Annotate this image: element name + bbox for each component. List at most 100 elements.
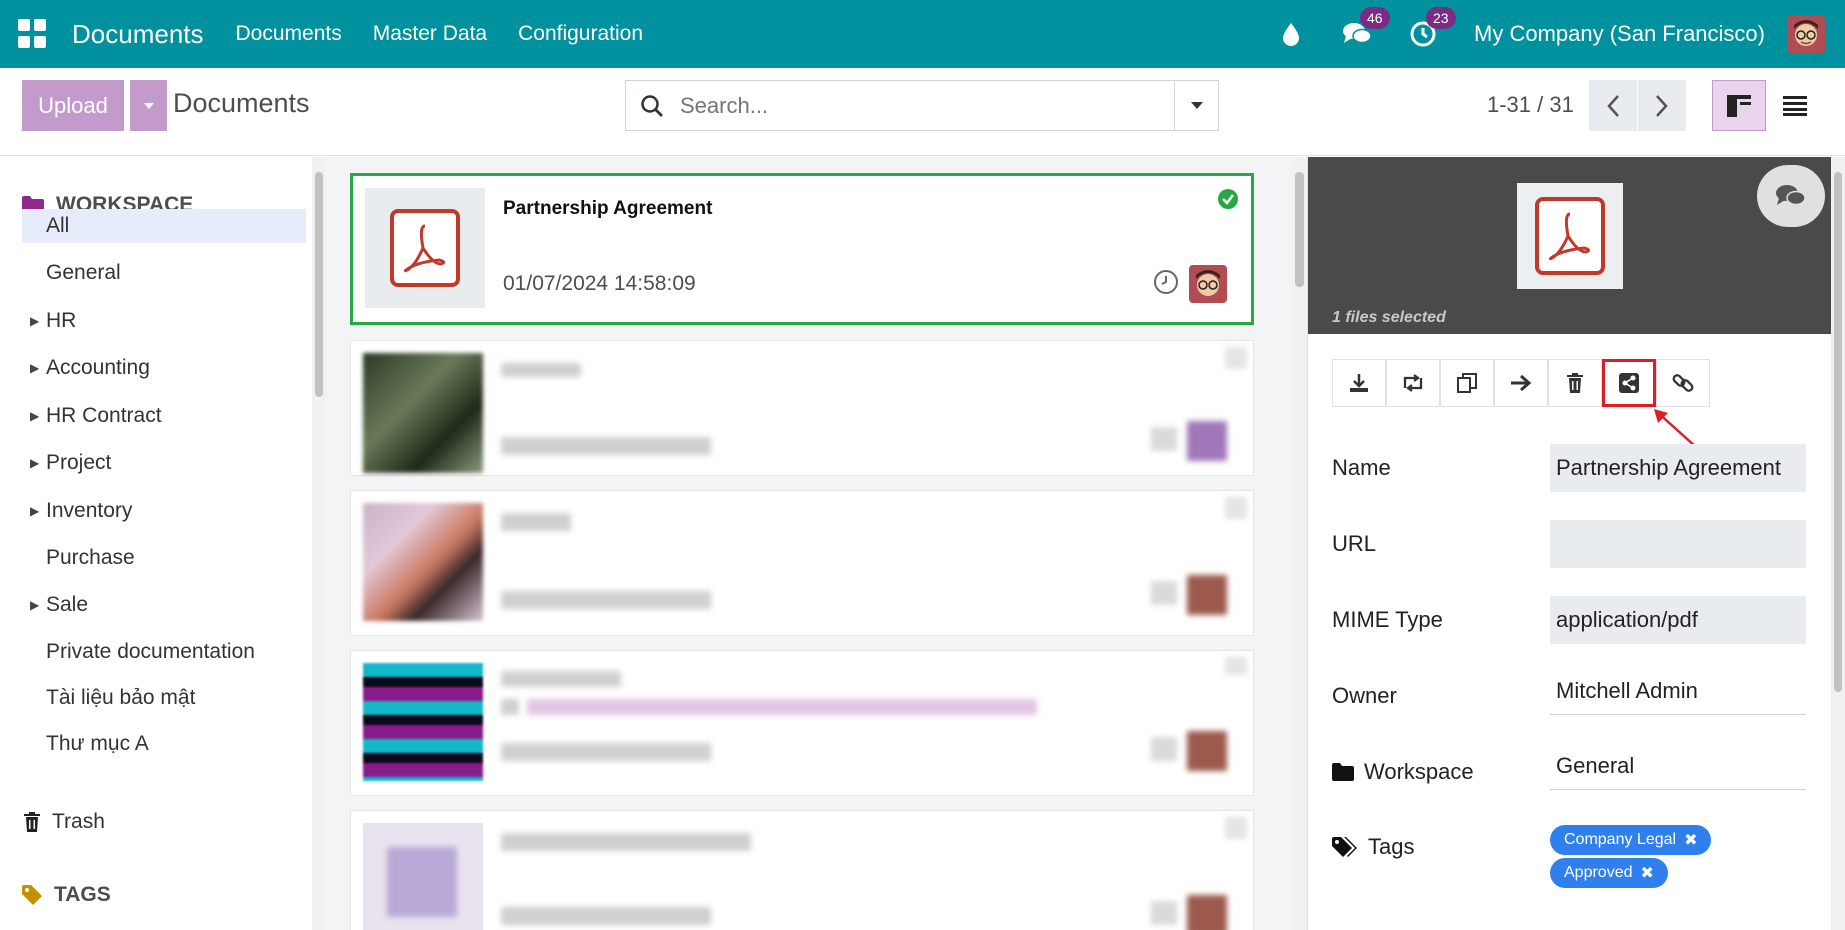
download-icon — [1350, 374, 1368, 392]
link-button[interactable] — [1656, 359, 1710, 407]
kanban-view-button[interactable] — [1712, 80, 1766, 131]
pager-next-button[interactable] — [1638, 80, 1686, 131]
share-button[interactable] — [1602, 359, 1656, 407]
document-card[interactable] — [350, 490, 1254, 636]
caret-right-icon[interactable]: ▶ — [22, 598, 46, 612]
workspace-field[interactable]: General — [1550, 742, 1806, 790]
nav-link-master-data[interactable]: Master Data — [373, 22, 487, 46]
search-options-toggle[interactable] — [1174, 81, 1218, 130]
owner-label: Owner — [1332, 683, 1397, 708]
selected-check-icon[interactable] — [1217, 188, 1239, 215]
sidebar-item-private-documentation[interactable]: Private documentation — [22, 635, 306, 669]
sidebar-item-hr-contract[interactable]: ▶ HR Contract — [22, 399, 306, 433]
user-avatar[interactable] — [1787, 15, 1825, 53]
breadcrumb-title: Documents — [173, 88, 310, 118]
sidebar-item-project[interactable]: ▶ Project — [22, 446, 306, 480]
chat-badge: 46 — [1360, 7, 1390, 29]
pdf-icon — [1535, 197, 1605, 275]
document-thumbnail — [363, 823, 483, 930]
inspector-scrollbar[interactable] — [1831, 157, 1845, 930]
chevron-left-icon — [1607, 94, 1619, 117]
owner-avatar[interactable] — [1189, 265, 1227, 303]
document-thumbnail — [363, 663, 483, 781]
caret-right-icon[interactable]: ▶ — [22, 314, 46, 328]
folder-icon — [1332, 763, 1354, 781]
card-date: 01/07/2024 14:58:09 — [503, 272, 696, 295]
list-view-icon — [1783, 95, 1807, 116]
search-input[interactable] — [680, 92, 1150, 119]
tags-icon — [1332, 837, 1357, 857]
trash-icon — [24, 812, 40, 832]
url-field[interactable] — [1550, 520, 1806, 568]
sidebar-item-sale[interactable]: ▶ Sale — [22, 588, 306, 622]
name-field[interactable]: Partnership Agreement — [1550, 444, 1806, 492]
document-card[interactable] — [350, 810, 1254, 930]
sidebar-scrollbar[interactable] — [312, 157, 326, 930]
files-selected-count: 1 files selected — [1332, 309, 1446, 326]
chevron-right-icon — [1656, 94, 1668, 117]
url-label: URL — [1332, 531, 1377, 556]
document-card[interactable] — [350, 340, 1254, 476]
caret-right-icon[interactable]: ▶ — [22, 456, 46, 470]
kanban-view: Partnership Agreement 01/07/2024 14:58:0… — [326, 157, 1292, 930]
sidebar-item-general[interactable]: General — [22, 256, 306, 290]
archive-delete-button[interactable] — [1548, 359, 1602, 407]
top-navbar: Documents Documents Master Data Configur… — [0, 0, 1845, 68]
sidebar-item-trash[interactable]: Trash — [22, 805, 306, 839]
tag-remove-icon[interactable]: ✖ — [1684, 830, 1697, 850]
company-switcher[interactable]: My Company (San Francisco) — [1474, 21, 1765, 47]
upload-dropdown-toggle[interactable] — [130, 80, 167, 131]
apps-menu-icon[interactable] — [18, 19, 48, 49]
sidebar-item-inventory[interactable]: ▶ Inventory — [22, 494, 306, 528]
tag-icon — [22, 885, 42, 905]
tag-remove-icon[interactable]: ✖ — [1641, 863, 1654, 883]
upload-button[interactable]: Upload — [22, 80, 124, 131]
replace-button[interactable] — [1386, 359, 1440, 407]
caret-right-icon[interactable]: ▶ — [22, 504, 46, 518]
copy-icon — [1457, 373, 1477, 393]
sidebar-item-tài-liệu-bảo-mật[interactable]: Tài liệu bảo mật — [22, 681, 306, 715]
sidebar-item-hr[interactable]: ▶ HR — [22, 304, 306, 338]
search-bar — [625, 80, 1219, 131]
comments-icon — [1776, 185, 1806, 206]
list-view-button[interactable] — [1768, 80, 1822, 131]
inspector-pdf-thumbnail[interactable] — [1517, 183, 1623, 289]
sidebar-item-thư-mục-a[interactable]: Thư mục A — [22, 727, 306, 761]
sidebar-item-all[interactable]: All — [22, 209, 306, 243]
tag-approved[interactable]: Approved ✖ — [1550, 858, 1668, 888]
chat-icon[interactable]: 46 — [1342, 7, 1390, 49]
pager-previous-button[interactable] — [1589, 80, 1637, 131]
trash-icon — [1567, 373, 1583, 393]
nav-link-configuration[interactable]: Configuration — [518, 22, 643, 46]
workspace-sidebar: WORKSPACE All General ▶ HR ▶ Accounting ▶ HR Co… — [0, 157, 312, 930]
drop-icon[interactable] — [1276, 19, 1306, 49]
caret-right-icon[interactable]: ▶ — [22, 361, 46, 375]
nav-link-documents[interactable]: Documents — [236, 22, 342, 46]
activity-clock-icon[interactable]: 23 — [1408, 7, 1456, 49]
move-button[interactable] — [1494, 359, 1548, 407]
tags-label: Tags — [1332, 834, 1414, 860]
workspace-label: Workspace — [1332, 759, 1474, 785]
mime-type-field[interactable]: application/pdf — [1550, 596, 1806, 644]
document-card[interactable] — [350, 650, 1254, 796]
card-title: Partnership Agreement — [503, 198, 713, 219]
document-thumbnail — [363, 353, 483, 473]
owner-field[interactable]: Mitchell Admin — [1550, 667, 1806, 715]
sidebar-item-purchase[interactable]: Purchase — [22, 541, 306, 575]
split-button[interactable] — [1440, 359, 1494, 407]
download-button[interactable] — [1332, 359, 1386, 407]
chatter-toggle-button[interactable] — [1757, 165, 1825, 227]
caret-down-icon — [1190, 102, 1203, 109]
inspector-preview-area: 1 files selected — [1308, 157, 1832, 334]
document-thumbnail — [363, 503, 483, 621]
sidebar-item-accounting[interactable]: ▶ Accounting — [22, 351, 306, 385]
search-icon — [641, 94, 663, 117]
tag-company-legal[interactable]: Company Legal ✖ — [1550, 825, 1712, 855]
pager-value[interactable]: 1-31 / 31 — [1487, 92, 1574, 118]
document-card-selected[interactable]: Partnership Agreement 01/07/2024 14:58:0… — [350, 173, 1254, 325]
activity-clock-icon[interactable] — [1153, 269, 1179, 300]
app-title[interactable]: Documents — [72, 19, 204, 50]
caret-right-icon[interactable]: ▶ — [22, 409, 46, 423]
kanban-scrollbar[interactable] — [1292, 157, 1307, 930]
retweet-icon — [1403, 374, 1423, 392]
